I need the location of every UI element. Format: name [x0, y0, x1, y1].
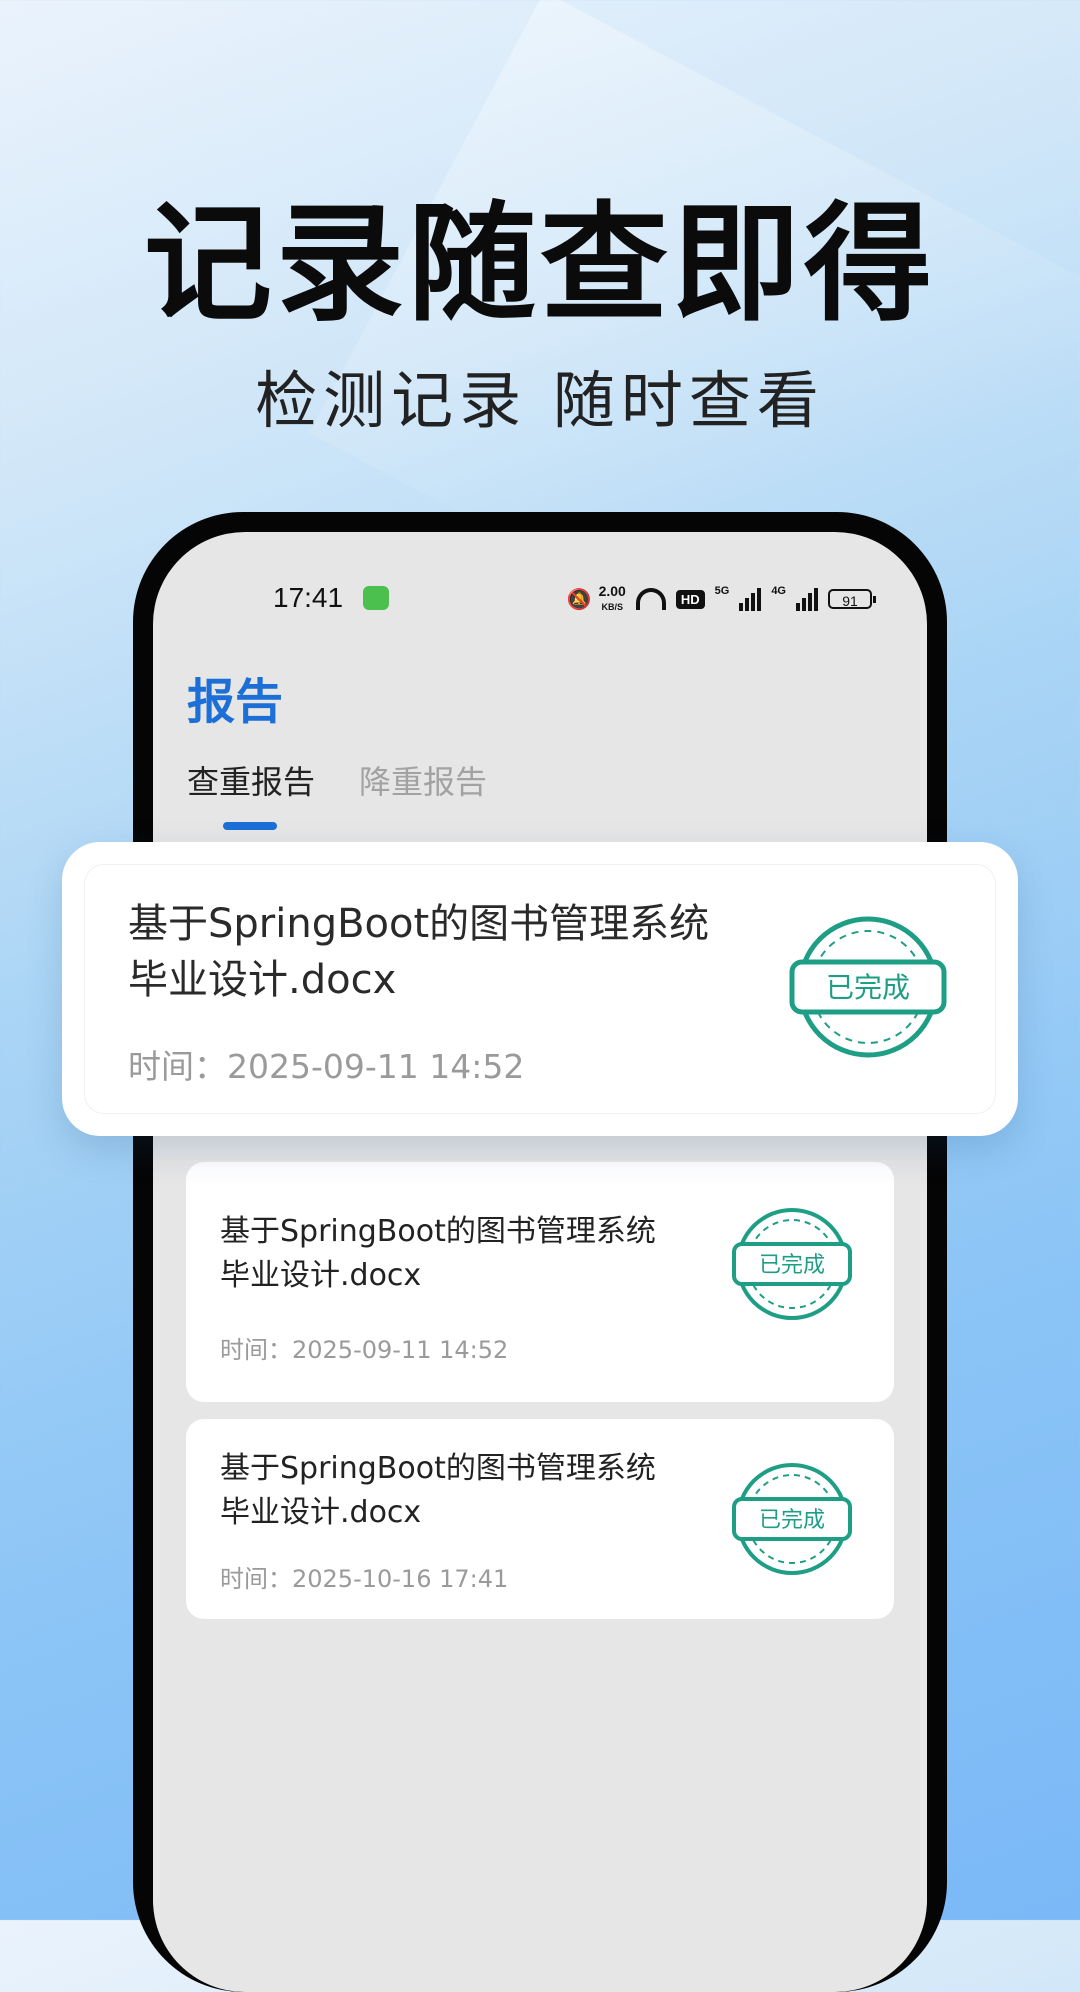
completed-stamp-icon: 已完成 [732, 1463, 852, 1575]
highlight-title-line2: 毕业设计.docx [128, 957, 397, 1003]
status-bar: 17:41 2.00 KB/S HD 5G 4G 91 [153, 582, 927, 622]
status-icons: 2.00 KB/S HD 5G 4G 91 [567, 584, 876, 614]
completed-stamp-icon: 已完成 [732, 1208, 852, 1320]
report-title: 基于SpringBoot的图书管理系统 毕业设计.docx [220, 1210, 700, 1298]
promo-headline: 记录随查即得 [143, 190, 936, 339]
highlight-stamp-label: 已完成 [826, 971, 910, 1004]
report-card[interactable]: 基于SpringBoot的图书管理系统 毕业设计.docx 时间：2025-10… [186, 1419, 894, 1619]
mute-icon [567, 587, 592, 612]
report-time: 时间：2025-09-11 14:52 [220, 1336, 509, 1364]
highlight-completed-stamp-icon: 已完成 [789, 916, 947, 1058]
report-title-line1: 基于SpringBoot的图书管理系统 [220, 1451, 656, 1486]
report-card[interactable]: 基于SpringBoot的图书管理系统 毕业设计.docx 时间：2025-09… [186, 1162, 894, 1402]
tab-plagiarism-report[interactable]: 查重报告 [187, 757, 315, 803]
tab-rewrite-report[interactable]: 降重报告 [359, 757, 487, 803]
phone-frame: 17:41 2.00 KB/S HD 5G 4G 91 [133, 512, 947, 1992]
network-speed: 2.00 KB/S [599, 584, 626, 614]
status-time: 17:41 [273, 582, 344, 613]
signal-4g-icon [796, 587, 818, 611]
active-tab-indicator [223, 822, 277, 830]
highlight-report-title: 基于SpringBoot的图书管理系统 毕业设计.docx [128, 896, 748, 1008]
highlight-title-line1: 基于SpringBoot的图书管理系统 [128, 901, 710, 947]
signal-5g-icon [739, 587, 762, 611]
promo-subheadline: 检测记录 随时查看 [255, 364, 825, 437]
signal-4g-label: 4G [771, 585, 786, 597]
hd-icon: HD [675, 589, 705, 609]
stamp-label: 已完成 [759, 1508, 825, 1533]
report-title-line1: 基于SpringBoot的图书管理系统 [220, 1214, 656, 1249]
report-title-line2: 毕业设计.docx [220, 1258, 422, 1293]
phone-screen: 17:41 2.00 KB/S HD 5G 4G 91 [153, 532, 927, 1992]
report-tabs: 查重报告 降重报告 [187, 757, 487, 803]
network-speed-unit: KB/S [601, 602, 623, 612]
report-title: 基于SpringBoot的图书管理系统 毕业设计.docx [220, 1447, 700, 1535]
signal-5g-label: 5G [714, 585, 730, 597]
network-speed-value: 2.00 [598, 583, 626, 599]
page-title: 报告 [187, 674, 284, 730]
stamp-label: 已完成 [759, 1253, 825, 1278]
highlight-report-time: 时间：2025-09-11 14:52 [128, 1047, 525, 1086]
message-notification-icon [363, 586, 389, 610]
report-time: 时间：2025-10-16 17:41 [220, 1565, 509, 1593]
wifi-icon [635, 588, 666, 610]
report-title-line2: 毕业设计.docx [220, 1495, 422, 1530]
battery-icon: 91 [828, 589, 876, 609]
